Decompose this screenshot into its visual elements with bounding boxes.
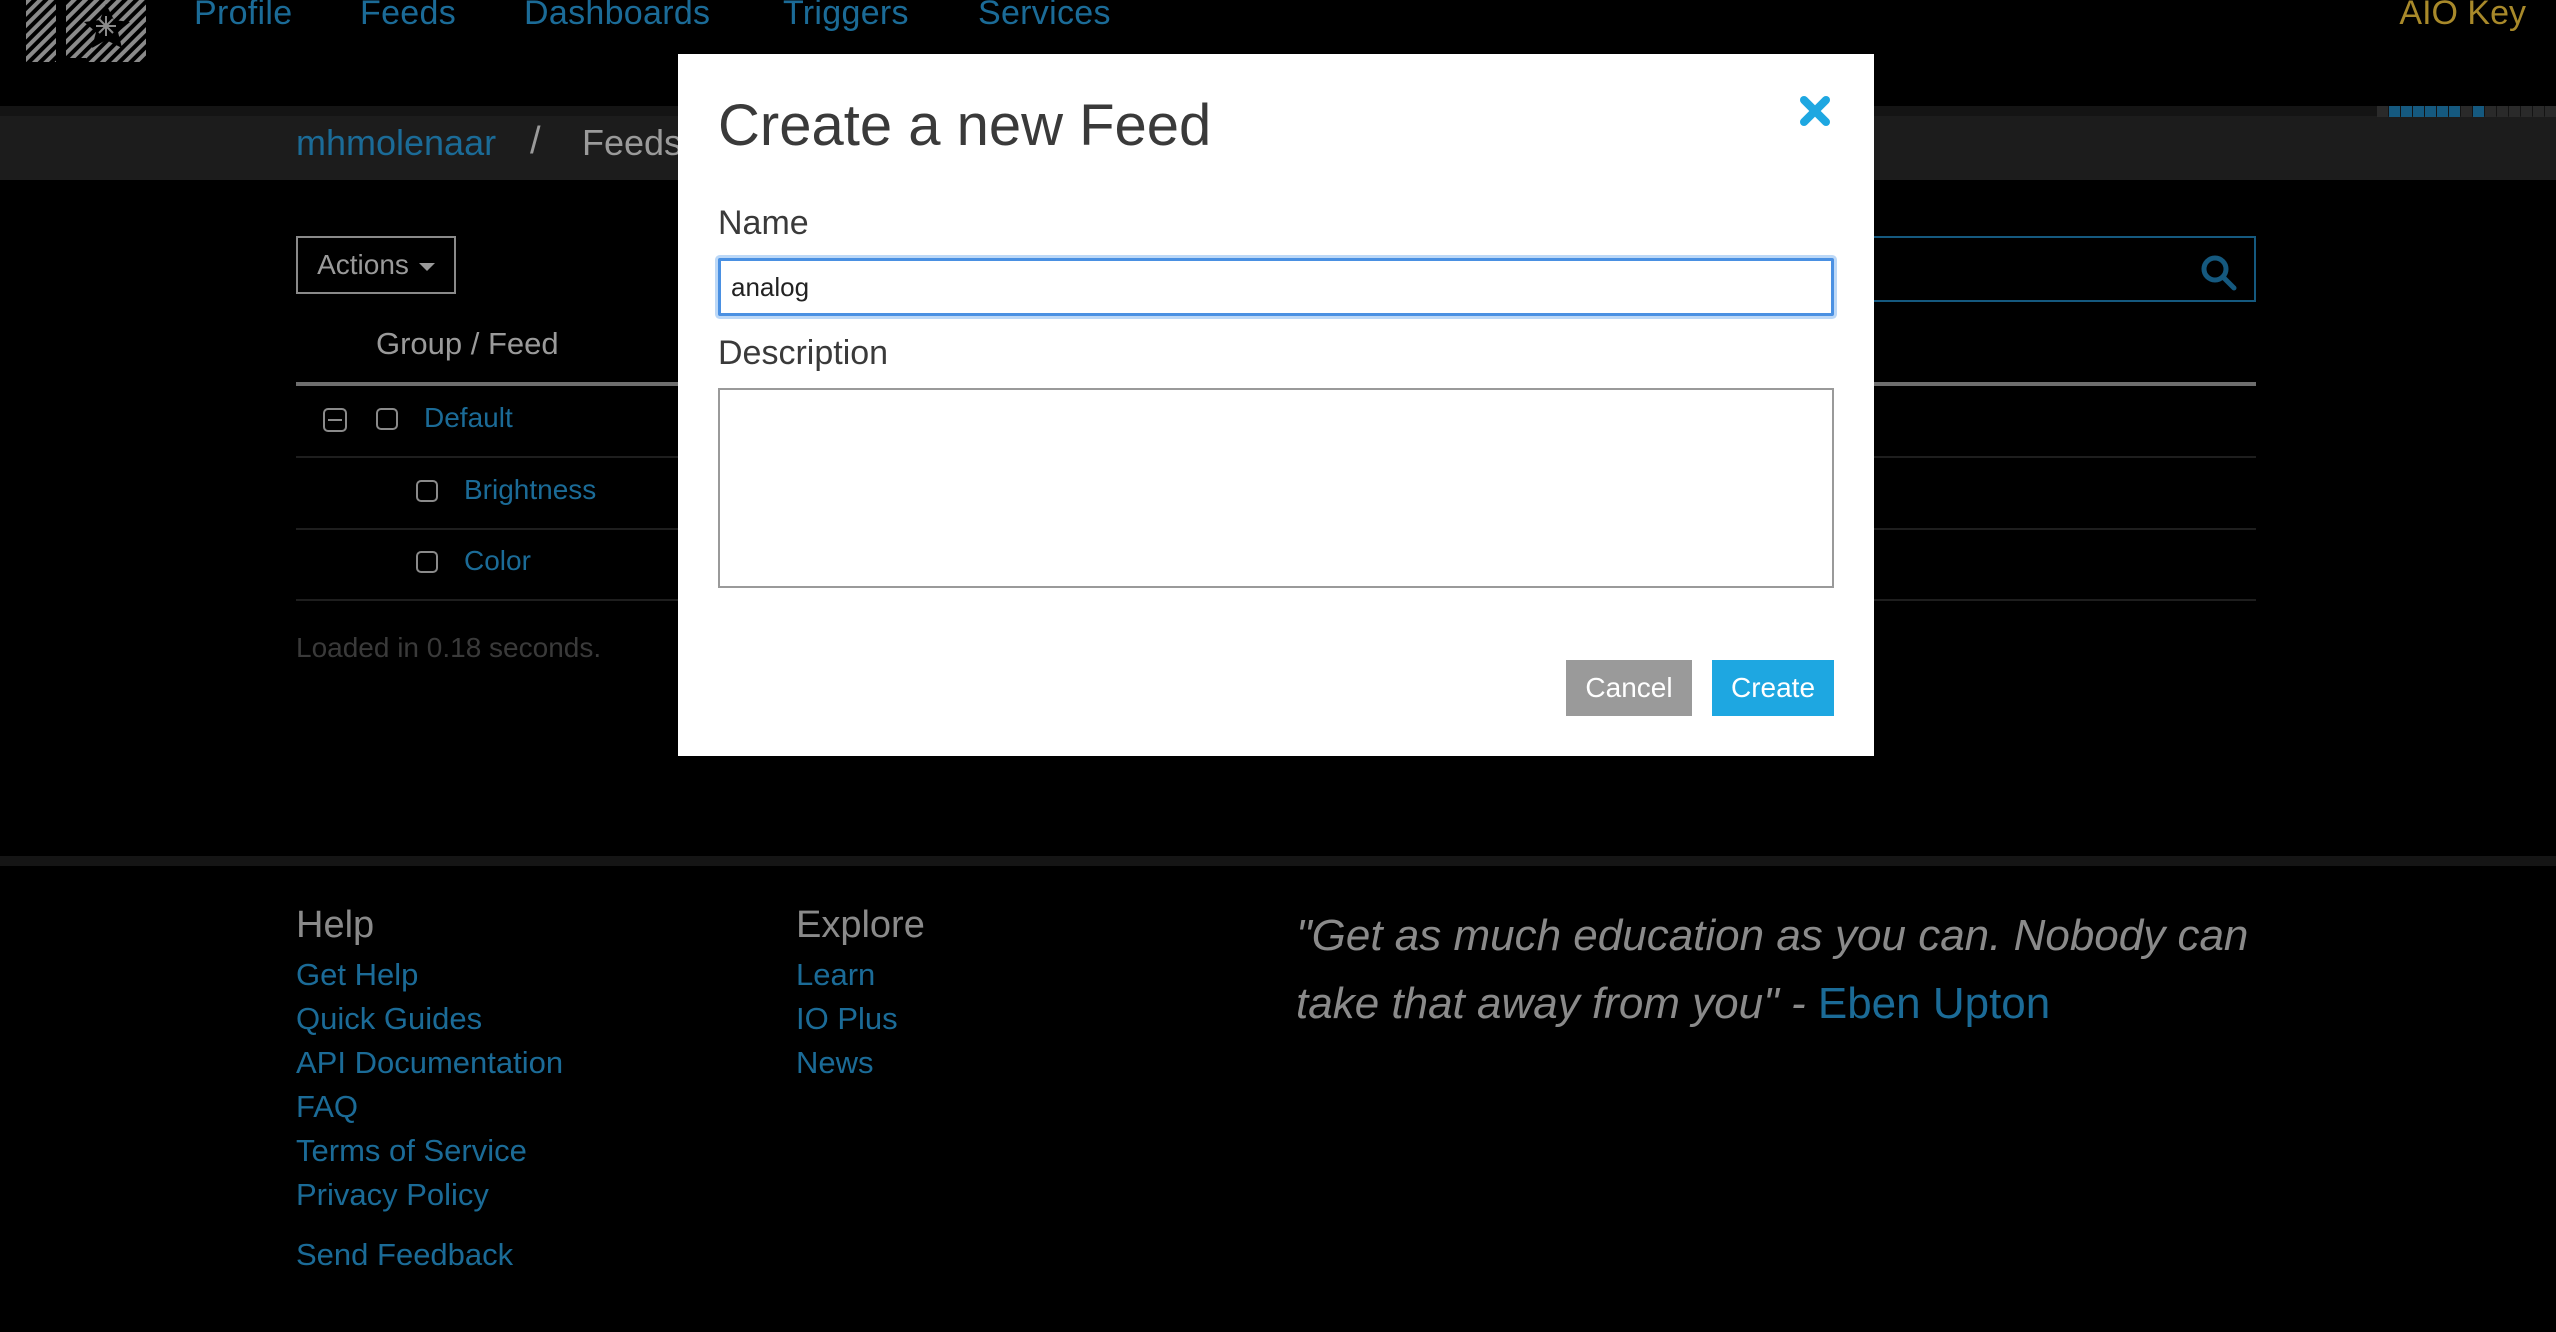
footer-link-send-feedback[interactable]: Send Feedback — [296, 1233, 563, 1277]
footer-link-privacy[interactable]: Privacy Policy — [296, 1173, 563, 1217]
collapse-group-icon[interactable] — [323, 408, 347, 432]
activity-pixel — [2437, 106, 2448, 117]
activity-pixel — [2389, 106, 2400, 117]
load-time-status: Loaded in 0.18 seconds. — [296, 632, 602, 663]
adafruit-io-logo[interactable] — [26, 0, 150, 78]
activity-pixel — [2521, 106, 2532, 117]
search-icon[interactable] — [2200, 254, 2238, 292]
breadcrumb-current-page: Feeds — [582, 122, 683, 163]
feed-link-brightness[interactable]: Brightness — [464, 474, 596, 506]
nav-profile[interactable]: Profile — [194, 0, 292, 33]
activity-pixel — [2449, 106, 2460, 117]
close-icon[interactable] — [1798, 94, 1832, 128]
footer-link-faq[interactable]: FAQ — [296, 1085, 563, 1129]
footer-link-news[interactable]: News — [796, 1041, 925, 1085]
footer-explore-section: Explore Learn IO Plus News — [796, 904, 925, 1085]
breadcrumb-separator: / — [530, 120, 541, 162]
feed-checkbox[interactable] — [416, 480, 438, 502]
name-label: Name — [718, 204, 809, 242]
feed-checkbox[interactable] — [416, 551, 438, 573]
group-link-default[interactable]: Default — [424, 402, 513, 434]
nav-services[interactable]: Services — [978, 0, 1111, 33]
footer-divider — [0, 856, 2556, 866]
feed-link-color[interactable]: Color — [464, 545, 531, 577]
footer-link-quick-guides[interactable]: Quick Guides — [296, 997, 563, 1041]
create-feed-modal: Create a new Feed Name Description Cance… — [678, 54, 1874, 756]
footer-explore-heading: Explore — [796, 904, 925, 946]
caret-down-icon — [418, 263, 435, 271]
activity-pixel — [2425, 106, 2436, 117]
activity-pixel — [2533, 106, 2544, 117]
activity-pixel — [2509, 106, 2520, 117]
footer-link-learn[interactable]: Learn — [796, 953, 925, 997]
description-label: Description — [718, 334, 889, 372]
nav-triggers[interactable]: Triggers — [783, 0, 909, 33]
activity-pixel — [2545, 106, 2556, 117]
actions-dropdown-button[interactable]: Actions — [296, 236, 456, 294]
create-button[interactable]: Create — [1712, 660, 1834, 716]
activity-pixel — [2473, 106, 2484, 117]
quote-author-link[interactable]: Eben Upton — [1818, 979, 2050, 1028]
feed-name-input[interactable] — [718, 258, 1834, 316]
nav-feeds[interactable]: Feeds — [360, 0, 456, 33]
activity-pixel — [2377, 106, 2388, 117]
footer-link-terms[interactable]: Terms of Service — [296, 1129, 563, 1173]
column-header-group-feed: Group / Feed — [376, 326, 559, 361]
footer-link-api-documentation[interactable]: API Documentation — [296, 1041, 563, 1085]
feed-description-input[interactable] — [718, 388, 1834, 588]
actions-label: Actions — [317, 249, 409, 280]
aio-key-link[interactable]: AIO Key — [2399, 0, 2526, 33]
search-input[interactable] — [1860, 236, 2256, 302]
breadcrumb-user-link[interactable]: mhmolenaar — [296, 122, 496, 164]
footer-link-io-plus[interactable]: IO Plus — [796, 997, 925, 1041]
activity-pixel — [2401, 106, 2412, 117]
cancel-button[interactable]: Cancel — [1566, 660, 1692, 716]
activity-pixel — [2461, 106, 2472, 117]
footer-quote: "Get as much education as you can. Nobod… — [1296, 902, 2286, 1038]
footer-help-heading: Help — [296, 904, 375, 946]
modal-title: Create a new Feed — [718, 93, 1212, 158]
group-checkbox[interactable] — [376, 408, 398, 430]
footer-link-get-help[interactable]: Get Help — [296, 953, 563, 997]
activity-indicator — [2377, 106, 2556, 117]
footer-help-section: Help Get Help Quick Guides API Documenta… — [296, 904, 563, 1277]
activity-pixel — [2413, 106, 2424, 117]
nav-dashboards[interactable]: Dashboards — [524, 0, 710, 33]
activity-pixel — [2497, 106, 2508, 117]
activity-pixel — [2485, 106, 2496, 117]
quote-text: "Get as much education as you can. Nobod… — [1296, 911, 2249, 1028]
